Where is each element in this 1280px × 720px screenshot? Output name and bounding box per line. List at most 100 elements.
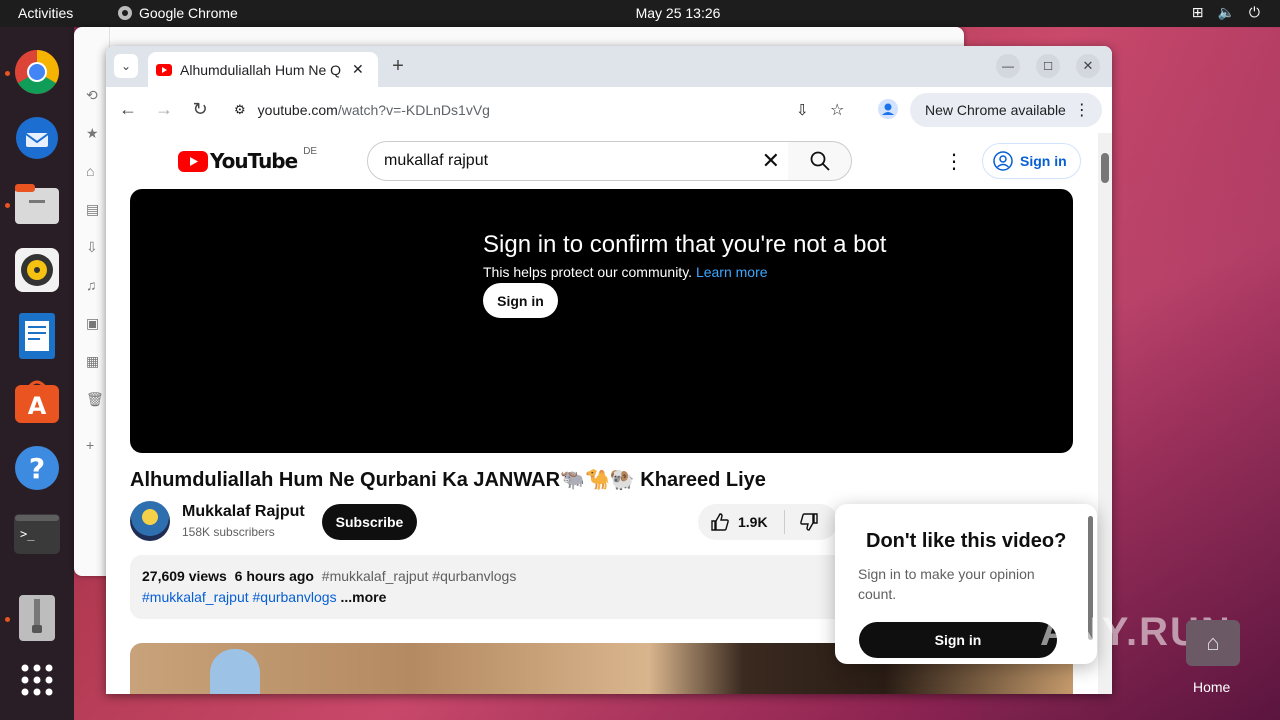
description-line-2: #mukkalaf_rajput #qurbanvlogs ...more — [142, 589, 838, 605]
description-tags: #mukkalaf_rajput #qurbanvlogs — [321, 568, 517, 584]
volume-icon: 🔈 — [1217, 4, 1235, 20]
show-apps-icon[interactable] — [14, 657, 60, 703]
pictures-icon: ▣ — [86, 315, 100, 331]
description-box[interactable]: 27,609 views 6 hours ago #mukkalaf_rajpu… — [130, 555, 850, 619]
reload-icon: ↻ — [192, 98, 208, 119]
profile-button[interactable] — [876, 97, 900, 121]
popup-sign-in-button[interactable]: Sign in — [859, 622, 1057, 658]
home-icon: ⌂ — [1206, 630, 1220, 655]
forward-button[interactable]: → — [152, 97, 176, 121]
kebab-menu-icon: ⋮ — [944, 150, 964, 173]
hashtag-link[interactable]: #mukkalaf_rajput #qurbanvlogs — [142, 589, 337, 605]
tab-strip: ⌄ Alhumduliallah Hum Ne Q ✕ + — ☐ ✕ — [106, 46, 1112, 87]
maximize-icon: ☐ — [1043, 60, 1053, 73]
running-indicator — [5, 71, 10, 76]
learn-more-link[interactable]: Learn more — [696, 264, 768, 280]
update-label: New Chrome available — [925, 102, 1066, 118]
clear-search-icon[interactable]: ✕ — [762, 148, 780, 174]
rhythmbox-icon[interactable] — [14, 247, 60, 293]
chrome-icon[interactable] — [14, 49, 60, 95]
video-player[interactable]: Sign in to confirm that you're not a bot… — [130, 189, 1073, 453]
add-location-icon: + — [86, 437, 95, 453]
music-icon: ♫ — [86, 277, 97, 293]
videos-icon: ▦ — [86, 353, 100, 369]
thunderbird-icon[interactable] — [14, 115, 60, 161]
libreoffice-writer-icon[interactable] — [14, 313, 60, 359]
documents-icon: ▤ — [86, 201, 100, 217]
top-bar: Activities Google Chrome May 25 13:26 ⊞ … — [0, 0, 1280, 27]
search-input[interactable]: mukallaf rajput ✕ — [367, 141, 789, 181]
kebab-menu-icon: ⋮ — [1073, 102, 1090, 119]
like-count: 1.9K — [738, 514, 768, 530]
close-tab-icon[interactable]: ✕ — [352, 61, 364, 78]
tab-youtube[interactable]: Alhumduliallah Hum Ne Q ✕ — [148, 52, 378, 87]
chrome-window[interactable]: ⌄ Alhumduliallah Hum Ne Q ✕ + — ☐ ✕ ← → … — [106, 46, 1112, 694]
like-dislike-bar: 1.9K — [698, 504, 838, 540]
description-line-1: 27,609 views 6 hours ago #mukkalaf_rajpu… — [142, 568, 838, 584]
view-count: 27,609 views — [142, 568, 227, 584]
network-icon: ⊞ — [1191, 4, 1204, 20]
plus-icon: + — [392, 54, 404, 77]
help-icon[interactable]: ? — [14, 445, 60, 491]
svg-text:>_: >_ — [20, 527, 35, 541]
like-button[interactable]: 1.9K — [710, 512, 768, 532]
bot-check-title: Sign in to confirm that you're not a bot — [483, 231, 887, 258]
minimize-button[interactable]: — — [996, 54, 1020, 78]
url-host: youtube.com — [257, 102, 338, 118]
home-folder-desktop-icon[interactable]: ⌂ — [1186, 620, 1240, 666]
terminal-icon[interactable]: >_ — [14, 511, 60, 557]
chevron-down-icon: ⌄ — [120, 59, 132, 73]
home-desktop-label: Home — [1193, 679, 1231, 695]
channel-avatar[interactable] — [130, 501, 170, 541]
app-center-icon[interactable]: A — [14, 379, 60, 425]
toolbar: ← → ↻ ⚙ youtube.com/watch?v=-KDLnDs1vVg … — [106, 87, 1112, 133]
downloads-icon: ⇩ — [86, 239, 98, 255]
update-chrome-button[interactable]: New Chrome available ⋮ — [910, 93, 1102, 127]
player-sign-in-button[interactable]: Sign in — [483, 283, 558, 318]
maximize-button[interactable]: ☐ — [1036, 54, 1060, 78]
trash-icon: 🗑 — [86, 391, 104, 407]
youtube-logo-text: YouTube — [210, 149, 298, 173]
archive-manager-icon[interactable] — [14, 595, 60, 641]
address-bar[interactable]: ⚙ youtube.com/watch?v=-KDLnDs1vVg ⇩ ☆ — [222, 93, 844, 127]
svg-text:?: ? — [29, 452, 45, 485]
thumbs-down-icon — [799, 513, 818, 531]
running-indicator — [5, 203, 10, 208]
youtube-logo[interactable]: YouTube DE — [178, 146, 317, 173]
settings-menu-button[interactable]: ⋮ — [942, 149, 966, 173]
minimize-icon: — — [1002, 59, 1014, 73]
more-link[interactable]: ...more — [340, 589, 386, 605]
clock[interactable]: May 25 13:26 — [0, 5, 1280, 21]
arrow-left-icon: ← — [119, 98, 137, 119]
recent-icon: ⟲ — [86, 87, 98, 103]
starred-icon: ★ — [86, 125, 99, 141]
new-tab-button[interactable]: + — [386, 54, 410, 78]
like-divider — [783, 510, 785, 534]
close-window-button[interactable]: ✕ — [1076, 54, 1100, 78]
files-icon[interactable] — [14, 181, 60, 227]
system-tray[interactable]: ⊞ 🔈 ⏻ — [1192, 4, 1260, 21]
youtube-logo-icon — [178, 150, 208, 172]
video-title: Alhumduliallah Hum Ne Qurbani Ka JANWAR🐃… — [130, 469, 766, 491]
install-app-icon[interactable]: ⇩ — [796, 101, 809, 119]
subscribe-button[interactable]: Subscribe — [322, 504, 417, 540]
site-info-icon[interactable]: ⚙ — [234, 102, 246, 118]
subscriber-count: 158K subscribers — [182, 525, 275, 539]
bot-check-subtitle: This helps protect our community. Learn … — [483, 264, 768, 280]
running-indicator — [5, 617, 10, 622]
bot-check-text: This helps protect our community. — [483, 264, 693, 280]
sign-in-button[interactable]: Sign in — [982, 143, 1081, 179]
dislike-button[interactable] — [799, 512, 819, 532]
popup-body: Sign in to make your opinion count. — [858, 566, 1035, 602]
scrollbar-thumb[interactable] — [1101, 153, 1109, 183]
tab-title: Alhumduliallah Hum Ne Q — [180, 61, 342, 78]
reload-button[interactable]: ↻ — [188, 97, 212, 121]
youtube-favicon-icon — [156, 63, 172, 76]
tab-search-button[interactable]: ⌄ — [114, 54, 138, 78]
thumbnail-figure — [210, 649, 260, 694]
channel-name[interactable]: Mukkalaf Rajput — [182, 503, 305, 521]
thumbs-up-icon — [711, 513, 729, 531]
back-button[interactable]: ← — [116, 97, 140, 121]
bookmark-star-icon[interactable]: ☆ — [830, 100, 844, 120]
search-button[interactable] — [788, 141, 852, 181]
